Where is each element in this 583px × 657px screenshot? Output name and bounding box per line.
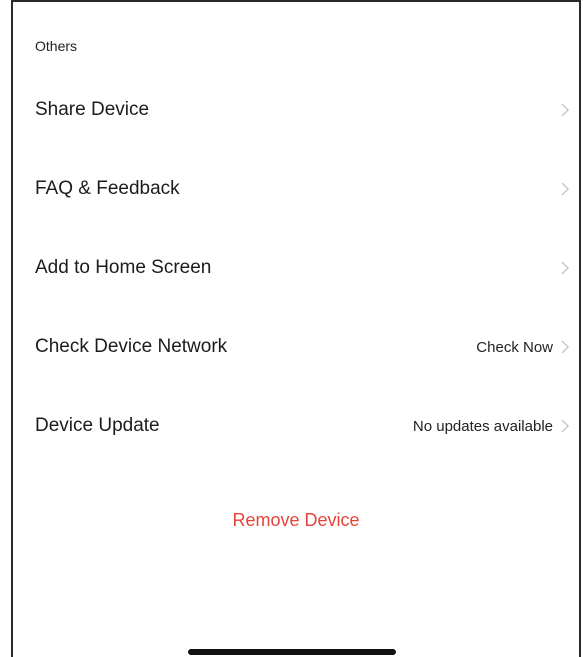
device-settings-screen: Others Share Device FAQ & Feedback Add t… xyxy=(11,0,581,657)
row-label: FAQ & Feedback xyxy=(35,178,180,199)
chevron-right-icon xyxy=(561,419,570,433)
chevron-right-icon xyxy=(561,340,570,354)
update-status-value: No updates available xyxy=(412,417,553,435)
chevron-right-icon xyxy=(561,182,570,196)
home-indicator xyxy=(188,649,396,655)
check-now-value: Check Now xyxy=(476,338,553,356)
remove-device-button[interactable]: Remove Device xyxy=(13,510,579,531)
device-update-row[interactable]: Device Update No updates available xyxy=(13,396,579,456)
row-label: Share Device xyxy=(35,99,150,120)
chevron-right-icon xyxy=(561,261,570,275)
row-label: Check Device Network xyxy=(35,336,228,357)
section-title: Others xyxy=(35,38,78,54)
share-device-row[interactable]: Share Device xyxy=(13,80,579,140)
check-device-network-row[interactable]: Check Device Network Check Now xyxy=(13,317,579,377)
faq-feedback-row[interactable]: FAQ & Feedback xyxy=(13,159,579,219)
row-label: Device Update xyxy=(35,415,160,436)
row-label: Add to Home Screen xyxy=(35,257,212,278)
chevron-right-icon xyxy=(561,103,570,117)
add-to-home-screen-row[interactable]: Add to Home Screen xyxy=(13,238,579,298)
